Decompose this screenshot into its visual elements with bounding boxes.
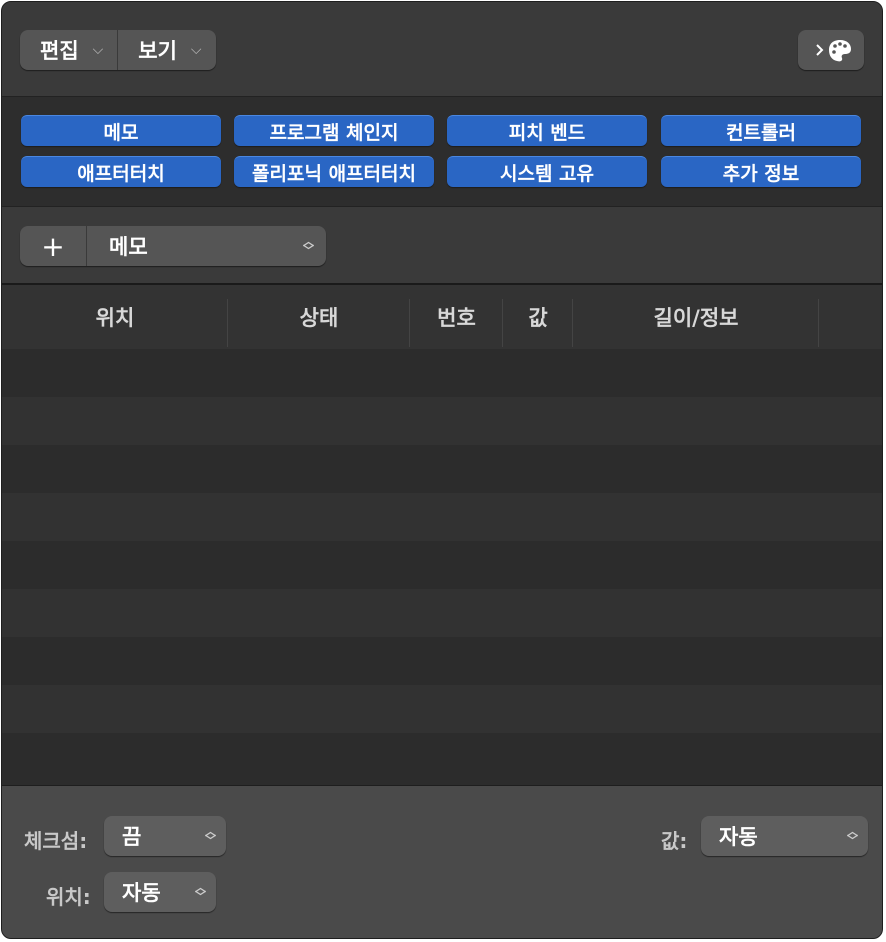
- column-divider: [2, 299, 228, 347]
- value-label: 값:: [661, 829, 688, 853]
- filter-additional-info-button[interactable]: 추가 정보: [661, 156, 861, 187]
- table-row: [2, 445, 882, 493]
- create-event-control: + 메모 ︿ ﹀: [20, 226, 326, 266]
- midi-palette-icon: [816, 40, 851, 62]
- table-row: [2, 397, 882, 445]
- position-popup[interactable]: 자동 ︿ ﹀: [104, 872, 216, 912]
- position-label: 위치:: [46, 885, 91, 909]
- position-popup-value: 자동: [122, 881, 161, 905]
- table-header: 위치 상태 번호 값 길이/정보: [2, 285, 882, 350]
- view-menu-label: 보기: [138, 39, 177, 63]
- chevron-down-icon: ⌵: [190, 42, 202, 58]
- table-row: [2, 589, 882, 637]
- edit-menu-label: 편집: [40, 39, 79, 63]
- event-table: 위치 상태 번호 값 길이/정보: [2, 285, 882, 785]
- chevron-down-icon: ⌵: [92, 42, 104, 58]
- create-event-bar: + 메모 ︿ ﹀: [2, 207, 882, 285]
- menu-segment: 편집 ⌵ 보기 ⌵: [20, 30, 216, 70]
- filter-pitch-bend-button[interactable]: 피치 벤드: [447, 115, 647, 146]
- updown-chevron-icon: ︿ ﹀: [205, 825, 216, 847]
- filter-program-change-button[interactable]: 프로그램 체인지: [234, 115, 434, 146]
- table-rows: [2, 349, 882, 781]
- value-popup-value: 자동: [719, 825, 758, 849]
- filter-controller-button[interactable]: 컨트롤러: [661, 115, 861, 146]
- value-popup[interactable]: 자동 ︿ ﹀: [701, 816, 868, 856]
- table-row: [2, 685, 882, 733]
- column-divider: [503, 299, 573, 347]
- column-divider: [410, 299, 503, 347]
- event-settings: 체크섬: 끔 ︿ ﹀ 값: 자동 ︿ ﹀ 위치: 자동 ︿ ﹀: [2, 785, 882, 938]
- event-type-popup[interactable]: 메모 ︿ ﹀: [87, 226, 326, 266]
- updown-chevron-icon: ︿ ﹀: [195, 881, 206, 903]
- table-row: [2, 637, 882, 685]
- checksum-value: 끔: [122, 825, 142, 849]
- updown-chevron-icon: ︿ ﹀: [847, 825, 858, 847]
- table-row: [2, 493, 882, 541]
- toolbar: 편집 ⌵ 보기 ⌵: [2, 2, 882, 97]
- table-row: [2, 349, 882, 397]
- filter-notes-button[interactable]: 메모: [21, 115, 221, 146]
- event-type-filters: 메모 프로그램 체인지 피치 벤드 컨트롤러 애프터터치 폴리포닉 애프터터치 …: [2, 97, 882, 207]
- filter-poly-aftertouch-button[interactable]: 폴리포닉 애프터터치: [234, 156, 434, 187]
- column-divider: [573, 299, 819, 347]
- filter-aftertouch-button[interactable]: 애프터터치: [21, 156, 221, 187]
- filter-sysex-button[interactable]: 시스템 고유: [447, 156, 647, 187]
- midi-in-button[interactable]: [798, 30, 864, 70]
- event-type-value: 메모: [109, 235, 148, 259]
- checksum-label: 체크섬:: [24, 829, 88, 853]
- table-row: [2, 541, 882, 589]
- edit-menu-button[interactable]: 편집 ⌵: [20, 30, 117, 70]
- table-row: [2, 733, 882, 781]
- checksum-popup[interactable]: 끔 ︿ ﹀: [104, 816, 226, 856]
- view-menu-button[interactable]: 보기 ⌵: [117, 30, 215, 70]
- event-list-panel: 편집 ⌵ 보기 ⌵ 메모 프로그램 체인지 피치 벤드 컨트롤러 애프터터치 폴…: [1, 1, 883, 939]
- updown-chevron-icon: ︿ ﹀: [303, 235, 314, 257]
- add-event-button[interactable]: +: [20, 226, 87, 266]
- column-divider: [228, 299, 410, 347]
